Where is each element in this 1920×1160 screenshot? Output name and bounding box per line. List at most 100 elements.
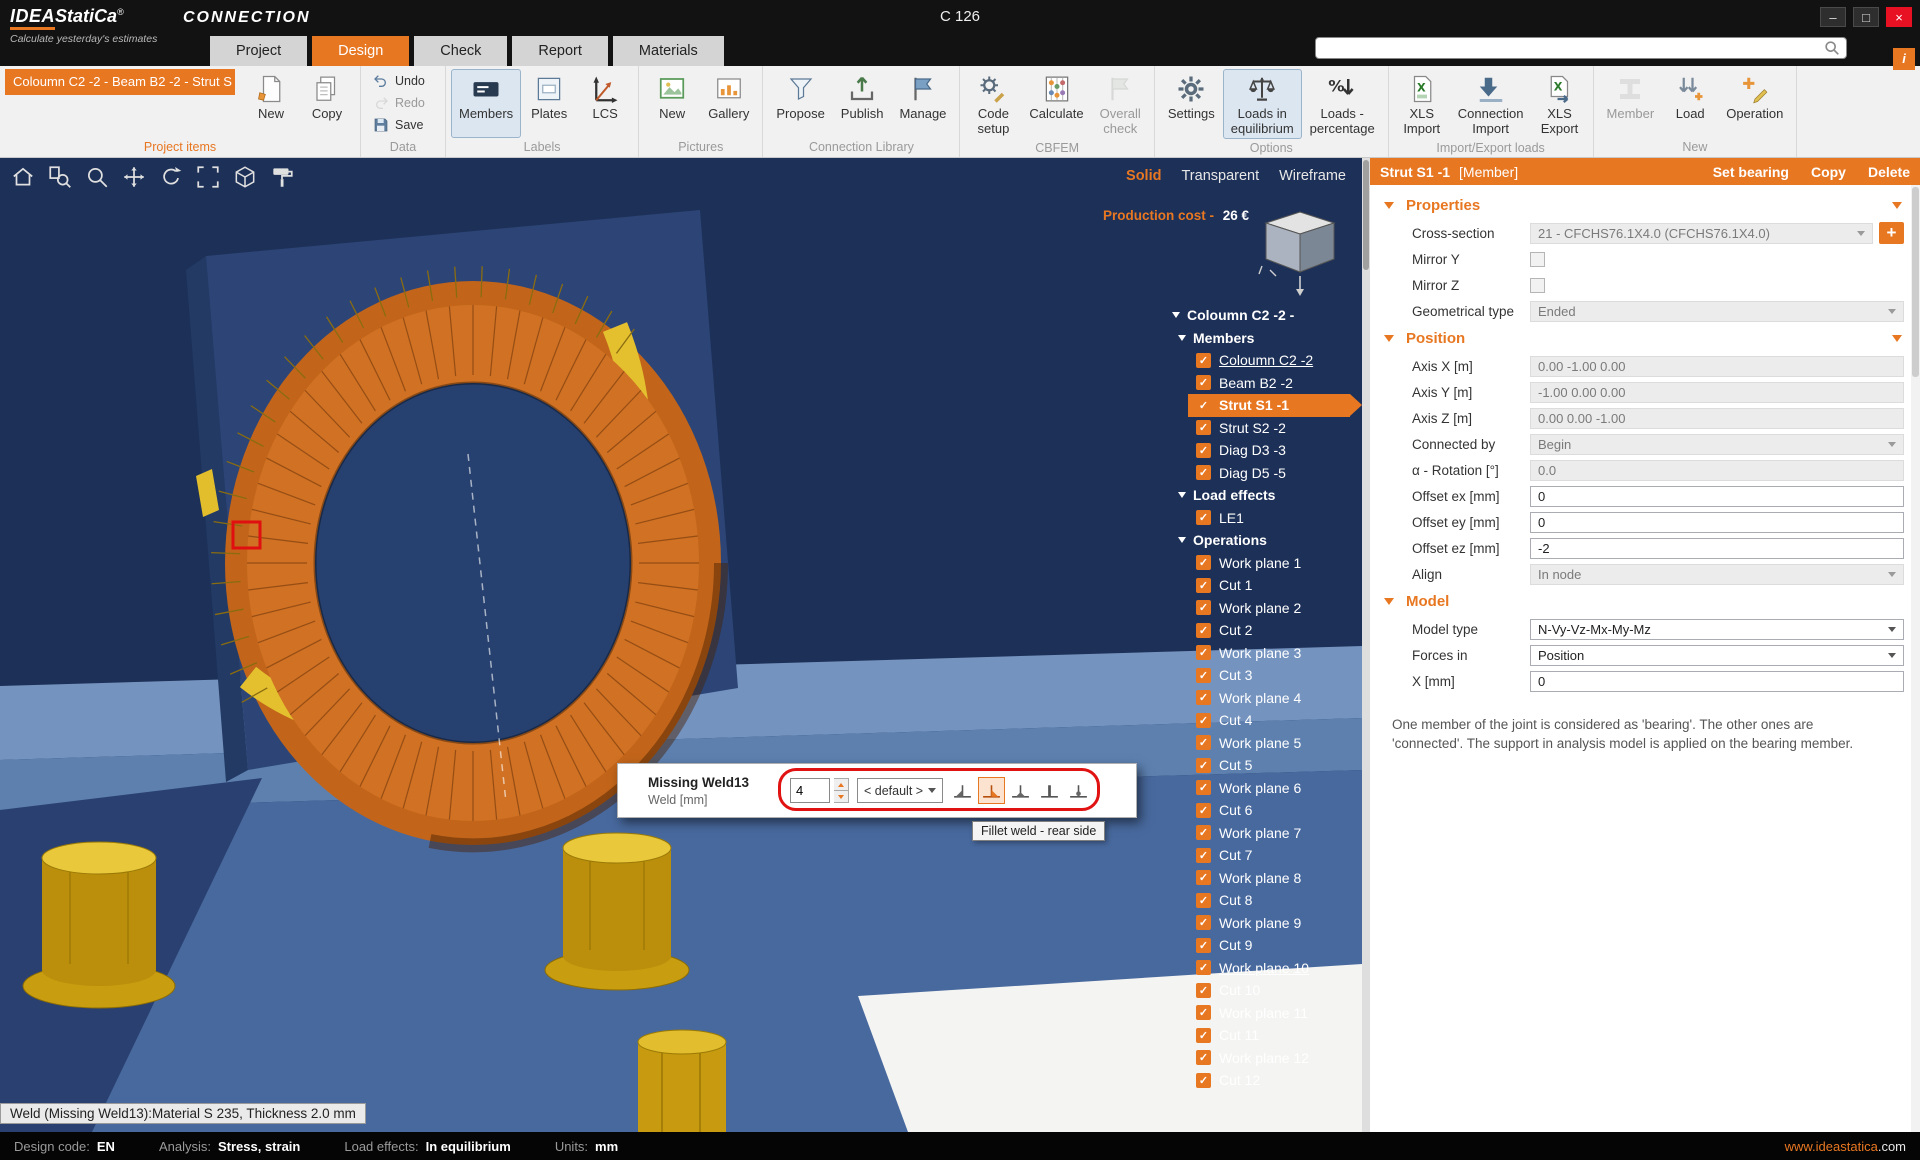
ribbon-button-xls-export[interactable]: XXLS Export (1532, 69, 1588, 139)
tree-item-coloumn-c2-2[interactable]: ✓Coloumn C2 -2 (1158, 349, 1362, 372)
tree-item-strut-s1-1[interactable]: ✓Strut S1 -1 (1188, 394, 1350, 417)
tree-item-cut-10[interactable]: ✓Cut 10 (1158, 979, 1362, 1002)
ribbon-button-publish[interactable]: Publish (833, 69, 892, 138)
prop-field-offset-ey-mm[interactable]: 0 (1530, 512, 1904, 533)
tab-materials[interactable]: Materials (613, 36, 724, 66)
ribbon-button-gallery[interactable]: Gallery (700, 69, 757, 138)
checkbox-checked-icon[interactable]: ✓ (1196, 1073, 1211, 1088)
display-mode-transparent[interactable]: Transparent (1181, 168, 1259, 184)
viewport-scrollbar[interactable] (1362, 158, 1370, 1132)
tree-item-beam-b2-2[interactable]: ✓Beam B2 -2 (1158, 372, 1362, 395)
panel-scrollbar[interactable] (1911, 185, 1920, 1132)
checkbox-checked-icon[interactable]: ✓ (1196, 960, 1211, 975)
checkbox-checked-icon[interactable]: ✓ (1196, 1050, 1211, 1065)
iso-tool[interactable] (232, 164, 258, 190)
ribbon-button-operation[interactable]: Operation (1718, 69, 1791, 138)
tree-item-work-plane-11[interactable]: ✓Work plane 11 (1158, 1002, 1362, 1025)
prop-field-offset-ex-mm[interactable]: 0 (1530, 486, 1904, 507)
pan-tool[interactable] (121, 164, 147, 190)
ribbon-button-lcs[interactable]: LCS (577, 69, 633, 138)
ribbon-button-settings[interactable]: Settings (1160, 69, 1223, 139)
ribbon-button-loads-percentage[interactable]: %Loads - percentage (1302, 69, 1383, 139)
tree-item-work-plane-2[interactable]: ✓Work plane 2 (1158, 597, 1362, 620)
tree-item-work-plane-7[interactable]: ✓Work plane 7 (1158, 822, 1362, 845)
checkbox-unchecked[interactable] (1530, 278, 1545, 293)
prop-field-x-mm[interactable]: 0 (1530, 671, 1904, 692)
delete-action[interactable]: Delete (1868, 164, 1910, 180)
ribbon-button-undo[interactable]: Undo (366, 71, 440, 91)
tree-item-cut-2[interactable]: ✓Cut 2 (1158, 619, 1362, 642)
ribbon-button-load[interactable]: Load (1662, 69, 1718, 138)
ribbon-button-manage[interactable]: Manage (891, 69, 954, 138)
tree-item-work-plane-12[interactable]: ✓Work plane 12 (1158, 1047, 1362, 1070)
tree-expand-icon[interactable] (1172, 312, 1180, 318)
tree-item-work-plane-8[interactable]: ✓Work plane 8 (1158, 867, 1362, 890)
section-marker-icon[interactable] (1892, 202, 1902, 209)
weld-size-input[interactable] (790, 778, 830, 803)
ribbon-button-loads-in-equilibrium[interactable]: Loads in equilibrium (1223, 69, 1302, 139)
tree-item-cut-5[interactable]: ✓Cut 5 (1158, 754, 1362, 777)
tab-report[interactable]: Report (512, 36, 608, 66)
bolt-1[interactable] (23, 842, 175, 1008)
info-button[interactable]: i (1893, 48, 1915, 70)
checkbox-checked-icon[interactable]: ✓ (1196, 465, 1211, 480)
ribbon-button-xls-import[interactable]: XXLS Import (1394, 69, 1450, 139)
checkbox-checked-icon[interactable]: ✓ (1196, 983, 1211, 998)
tree-expand-icon[interactable] (1178, 537, 1186, 543)
display-mode-solid[interactable]: Solid (1126, 168, 1161, 184)
weld-butt2-button[interactable] (1065, 777, 1092, 804)
fit-tool[interactable] (195, 164, 221, 190)
tree-item-cut-3[interactable]: ✓Cut 3 (1158, 664, 1362, 687)
tree-item-cut-4[interactable]: ✓Cut 4 (1158, 709, 1362, 732)
checkbox-checked-icon[interactable]: ✓ (1196, 848, 1211, 863)
prop-field-offset-ez-mm[interactable]: -2 (1530, 538, 1904, 559)
checkbox-checked-icon[interactable]: ✓ (1196, 555, 1211, 570)
minimize-button[interactable]: – (1820, 7, 1846, 27)
scrollbar-thumb[interactable] (1363, 160, 1369, 270)
checkbox-checked-icon[interactable]: ✓ (1196, 870, 1211, 885)
tree-item-cut-6[interactable]: ✓Cut 6 (1158, 799, 1362, 822)
bolt-3[interactable] (638, 1030, 726, 1132)
ribbon-button-calculate[interactable]: Calculate (1021, 69, 1091, 139)
checkbox-checked-icon[interactable]: ✓ (1196, 915, 1211, 930)
checkbox-checked-icon[interactable]: ✓ (1196, 353, 1211, 368)
checkbox-checked-icon[interactable]: ✓ (1196, 803, 1211, 818)
tree-item-cut-11[interactable]: ✓Cut 11 (1158, 1024, 1362, 1047)
add-cross-section-button[interactable]: + (1879, 222, 1904, 244)
tree-item-cut-1[interactable]: ✓Cut 1 (1158, 574, 1362, 597)
checkbox-checked-icon[interactable]: ✓ (1196, 938, 1211, 953)
section-marker-icon[interactable] (1892, 335, 1902, 342)
checkbox-checked-icon[interactable]: ✓ (1196, 780, 1211, 795)
tree-item-le1[interactable]: ✓LE1 (1158, 507, 1362, 530)
ribbon-button-new[interactable]: New (644, 69, 700, 138)
panel-section-model[interactable]: Model (1380, 587, 1904, 616)
ribbon-button-code-setup[interactable]: Code setup (965, 69, 1021, 139)
zoom-window-tool[interactable] (47, 164, 73, 190)
checkbox-checked-icon[interactable]: ✓ (1196, 443, 1211, 458)
search-input[interactable] (1316, 41, 1823, 56)
ribbon-button-copy[interactable]: Copy (299, 69, 355, 138)
checkbox-checked-icon[interactable]: ✓ (1196, 758, 1211, 773)
bolt-2[interactable] (545, 833, 689, 990)
ribbon-button-connection-import[interactable]: Connection Import (1450, 69, 1532, 139)
rotate-tool[interactable] (158, 164, 184, 190)
checkbox-checked-icon[interactable]: ✓ (1196, 825, 1211, 840)
weld-material-dropdown[interactable]: < default > (857, 778, 943, 803)
checkbox-checked-icon[interactable]: ✓ (1196, 690, 1211, 705)
ribbon-button-members[interactable]: Members (451, 69, 521, 138)
paint-tool[interactable] (269, 164, 295, 190)
home-tool[interactable] (10, 164, 36, 190)
weld-fillet-rear-button[interactable] (978, 777, 1005, 804)
3d-viewport[interactable]: SolidTransparentWireframe Production cos… (0, 158, 1362, 1132)
checkbox-unchecked[interactable] (1530, 252, 1545, 267)
checkbox-checked-icon[interactable]: ✓ (1196, 893, 1211, 908)
website-link[interactable]: www.ideastatica.com (1785, 1139, 1906, 1154)
tree-item-diag-d5-5[interactable]: ✓Diag D5 -5 (1158, 462, 1362, 485)
prop-field-model-type[interactable]: N-Vy-Vz-Mx-My-Mz (1530, 619, 1904, 640)
panel-scrollbar-thumb[interactable] (1912, 187, 1919, 377)
close-button[interactable]: × (1886, 7, 1912, 27)
tree-section-load-effects[interactable]: Load effects (1158, 484, 1362, 507)
checkbox-checked-icon[interactable]: ✓ (1196, 375, 1211, 390)
checkbox-checked-icon[interactable]: ✓ (1196, 713, 1211, 728)
tree-item-cut-12[interactable]: ✓Cut 12 (1158, 1069, 1362, 1092)
